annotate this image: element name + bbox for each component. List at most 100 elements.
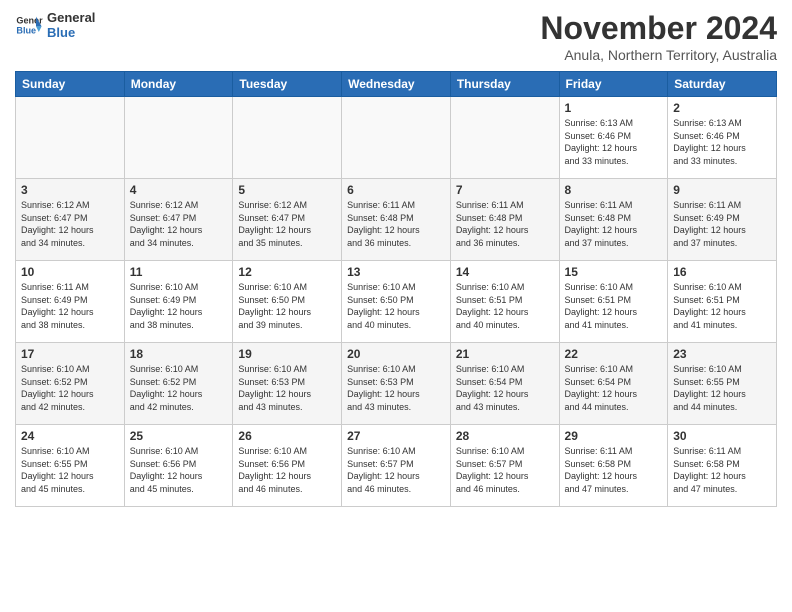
- calendar-cell: 21 Sunrise: 6:10 AM Sunset: 6:54 PM Dayli…: [450, 343, 559, 425]
- day-number: 21: [456, 347, 554, 361]
- day-number: 17: [21, 347, 119, 361]
- day-header-sunday: Sunday: [16, 72, 125, 97]
- calendar-cell: 22 Sunrise: 6:10 AM Sunset: 6:54 PM Dayli…: [559, 343, 668, 425]
- calendar-cell: 18 Sunrise: 6:10 AM Sunset: 6:52 PM Dayli…: [124, 343, 233, 425]
- calendar-cell: 4 Sunrise: 6:12 AM Sunset: 6:47 PM Daylig…: [124, 179, 233, 261]
- day-info: Sunrise: 6:10 AM Sunset: 6:51 PM Dayligh…: [565, 281, 663, 331]
- calendar-cell: 17Sunrise: 6:10 AM Sunset: 6:52 PM Dayli…: [16, 343, 125, 425]
- calendar-cell: [233, 97, 342, 179]
- day-number: 25: [130, 429, 228, 443]
- day-info: Sunrise: 6:10 AM Sunset: 6:51 PM Dayligh…: [456, 281, 554, 331]
- svg-text:Blue: Blue: [16, 25, 36, 35]
- day-number: 24: [21, 429, 119, 443]
- calendar-cell: 26Sunrise: 6:10 AM Sunset: 6:56 PM Dayli…: [233, 425, 342, 507]
- calendar-header-row: SundayMondayTuesdayWednesdayThursdayFrid…: [16, 72, 777, 97]
- day-header-friday: Friday: [559, 72, 668, 97]
- day-info: Sunrise: 6:11 AM Sunset: 6:49 PM Dayligh…: [21, 281, 119, 331]
- day-info: Sunrise: 6:11 AM Sunset: 6:48 PM Dayligh…: [456, 199, 554, 249]
- day-info: Sunrise: 6:10 AM Sunset: 6:55 PM Dayligh…: [673, 363, 771, 413]
- day-number: 23: [673, 347, 771, 361]
- calendar-cell: 11 Sunrise: 6:10 AM Sunset: 6:49 PM Dayli…: [124, 261, 233, 343]
- day-number: 11: [130, 265, 228, 279]
- calendar-cell: 14Sunrise: 6:10 AM Sunset: 6:51 PM Dayli…: [450, 261, 559, 343]
- calendar-cell: 10 Sunrise: 6:11 AM Sunset: 6:49 PM Dayli…: [16, 261, 125, 343]
- day-number: 5: [238, 183, 336, 197]
- calendar-cell: 1 Sunrise: 6:13 AM Sunset: 6:46 PM Daylig…: [559, 97, 668, 179]
- day-number: 10: [21, 265, 119, 279]
- logo: General Blue General Blue: [15, 10, 95, 40]
- calendar-cell: 15 Sunrise: 6:10 AM Sunset: 6:51 PM Dayli…: [559, 261, 668, 343]
- logo-icon: General Blue: [15, 11, 43, 39]
- calendar-cell: 24 Sunrise: 6:10 AM Sunset: 6:55 PM Dayli…: [16, 425, 125, 507]
- day-info: Sunrise: 6:12 AM Sunset: 6:47 PM Dayligh…: [238, 199, 336, 249]
- day-info: Sunrise: 6:11 AM Sunset: 6:58 PM Dayligh…: [565, 445, 663, 495]
- day-header-saturday: Saturday: [668, 72, 777, 97]
- calendar-cell: 28 Sunrise: 6:10 AM Sunset: 6:57 PM Dayli…: [450, 425, 559, 507]
- day-info: Sunrise: 6:10 AM Sunset: 6:49 PM Dayligh…: [130, 281, 228, 331]
- location-subtitle: Anula, Northern Territory, Australia: [540, 47, 777, 63]
- day-header-tuesday: Tuesday: [233, 72, 342, 97]
- day-number: 1: [565, 101, 663, 115]
- calendar-cell: 2 Sunrise: 6:13 AM Sunset: 6:46 PM Daylig…: [668, 97, 777, 179]
- day-number: 15: [565, 265, 663, 279]
- day-number: 29: [565, 429, 663, 443]
- day-number: 6: [347, 183, 445, 197]
- day-number: 8: [565, 183, 663, 197]
- day-info: Sunrise: 6:10 AM Sunset: 6:57 PM Dayligh…: [456, 445, 554, 495]
- day-info: Sunrise: 6:11 AM Sunset: 6:49 PM Dayligh…: [673, 199, 771, 249]
- day-number: 20: [347, 347, 445, 361]
- day-number: 18: [130, 347, 228, 361]
- day-number: 27: [347, 429, 445, 443]
- week-row-4: 17 Sunrise: 6:10 AM Sunset: 6:52 PM Dayli…: [16, 343, 777, 425]
- day-info: Sunrise: 6:11 AM Sunset: 6:48 PM Dayligh…: [565, 199, 663, 249]
- week-row-5: 24 Sunrise: 6:10 AM Sunset: 6:55 PM Dayli…: [16, 425, 777, 507]
- day-info: Sunrise: 6:10 AM Sunset: 6:50 PM Dayligh…: [347, 281, 445, 331]
- day-info: Sunrise: 6:10 AM Sunset: 6:54 PM Dayligh…: [456, 363, 554, 413]
- logo-line2: Blue: [47, 25, 95, 40]
- day-info: Sunrise: 6:10 AM Sunset: 6:54 PM Dayligh…: [565, 363, 663, 413]
- month-title: November 2024: [540, 10, 777, 47]
- day-number: 12: [238, 265, 336, 279]
- day-number: 19: [238, 347, 336, 361]
- day-number: 7: [456, 183, 554, 197]
- day-info: Sunrise: 6:11 AM Sunset: 6:48 PM Dayligh…: [347, 199, 445, 249]
- day-header-monday: Monday: [124, 72, 233, 97]
- day-info: Sunrise: 6:10 AM Sunset: 6:56 PM Dayligh…: [238, 445, 336, 495]
- day-number: 13: [347, 265, 445, 279]
- calendar-cell: [124, 97, 233, 179]
- calendar-cell: 3 Sunrise: 6:12 AM Sunset: 6:47 PM Daylig…: [16, 179, 125, 261]
- calendar-cell: 30Sunrise: 6:11 AM Sunset: 6:58 PM Dayli…: [668, 425, 777, 507]
- calendar-cell: 8 Sunrise: 6:11 AM Sunset: 6:48 PM Daylig…: [559, 179, 668, 261]
- day-info: Sunrise: 6:10 AM Sunset: 6:50 PM Dayligh…: [238, 281, 336, 331]
- calendar-cell: 20Sunrise: 6:10 AM Sunset: 6:53 PM Dayli…: [342, 343, 451, 425]
- calendar-cell: 9 Sunrise: 6:11 AM Sunset: 6:49 PM Daylig…: [668, 179, 777, 261]
- calendar-cell: 6 Sunrise: 6:11 AM Sunset: 6:48 PM Daylig…: [342, 179, 451, 261]
- day-header-wednesday: Wednesday: [342, 72, 451, 97]
- day-info: Sunrise: 6:13 AM Sunset: 6:46 PM Dayligh…: [673, 117, 771, 167]
- day-info: Sunrise: 6:10 AM Sunset: 6:57 PM Dayligh…: [347, 445, 445, 495]
- day-number: 2: [673, 101, 771, 115]
- calendar-cell: 7 Sunrise: 6:11 AM Sunset: 6:48 PM Daylig…: [450, 179, 559, 261]
- calendar-cell: 12 Sunrise: 6:10 AM Sunset: 6:50 PM Dayli…: [233, 261, 342, 343]
- day-number: 9: [673, 183, 771, 197]
- day-number: 28: [456, 429, 554, 443]
- day-info: Sunrise: 6:10 AM Sunset: 6:56 PM Dayligh…: [130, 445, 228, 495]
- day-info: Sunrise: 6:10 AM Sunset: 6:52 PM Dayligh…: [130, 363, 228, 413]
- day-number: 30: [673, 429, 771, 443]
- page: General Blue General Blue November 2024 …: [0, 0, 792, 612]
- calendar-cell: 23 Sunrise: 6:10 AM Sunset: 6:55 PM Dayli…: [668, 343, 777, 425]
- day-info: Sunrise: 6:12 AM Sunset: 6:47 PM Dayligh…: [21, 199, 119, 249]
- day-info: Sunrise: 6:10 AM Sunset: 6:53 PM Dayligh…: [238, 363, 336, 413]
- calendar-cell: [342, 97, 451, 179]
- title-area: November 2024 Anula, Northern Territory,…: [540, 10, 777, 63]
- day-number: 4: [130, 183, 228, 197]
- day-number: 3: [21, 183, 119, 197]
- day-header-thursday: Thursday: [450, 72, 559, 97]
- day-info: Sunrise: 6:13 AM Sunset: 6:46 PM Dayligh…: [565, 117, 663, 167]
- calendar-cell: 27 Sunrise: 6:10 AM Sunset: 6:57 PM Dayli…: [342, 425, 451, 507]
- day-info: Sunrise: 6:10 AM Sunset: 6:55 PM Dayligh…: [21, 445, 119, 495]
- day-number: 22: [565, 347, 663, 361]
- week-row-1: 1 Sunrise: 6:13 AM Sunset: 6:46 PM Daylig…: [16, 97, 777, 179]
- calendar-cell: 25 Sunrise: 6:10 AM Sunset: 6:56 PM Dayli…: [124, 425, 233, 507]
- day-info: Sunrise: 6:12 AM Sunset: 6:47 PM Dayligh…: [130, 199, 228, 249]
